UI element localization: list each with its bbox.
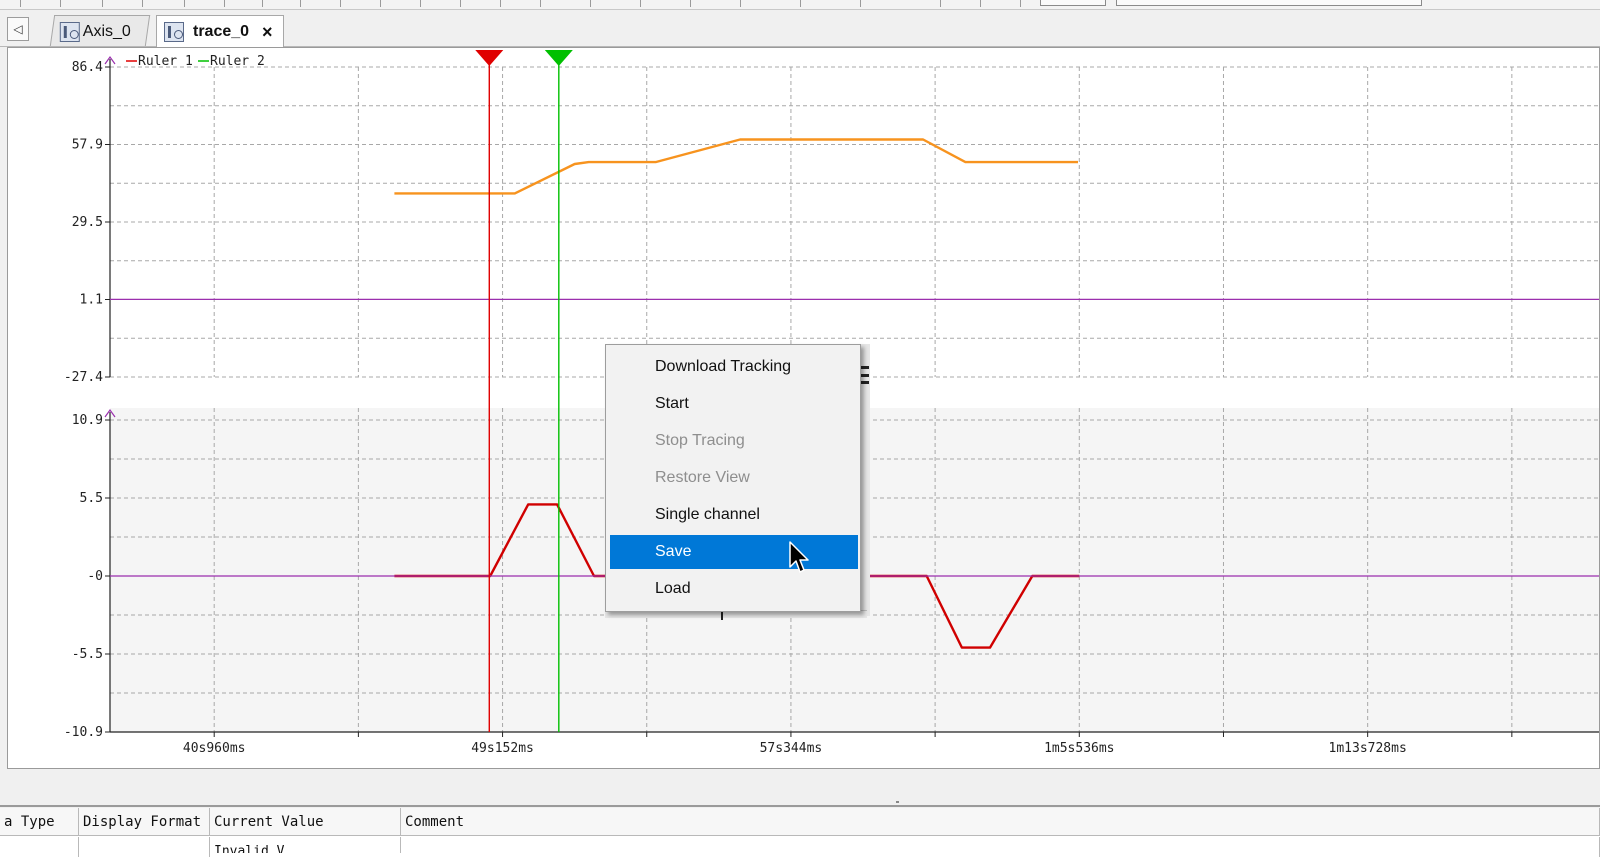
x-tick-label: 49s152ms (471, 741, 534, 756)
panel-splitter[interactable] (0, 769, 1600, 807)
menu-item-download-tracking[interactable]: Download Tracking (610, 350, 858, 384)
close-icon[interactable]: × (262, 22, 273, 43)
variable-table: a Type Display Format Current Value Comm… (0, 808, 1600, 862)
column-header-comment[interactable]: Comment (401, 808, 1600, 836)
y-tick-label: -0 (87, 569, 103, 584)
menu-item-load[interactable]: Load (610, 572, 858, 606)
tab-label: trace_0 (193, 23, 250, 40)
x-tick-label: 40s960ms (183, 741, 246, 756)
column-header-display-format[interactable]: Display Format (79, 808, 210, 836)
ruler-handle-2-icon[interactable] (544, 50, 573, 66)
table-cell[interactable] (0, 837, 79, 857)
y-tick-label: 10.9 (72, 413, 103, 428)
mouse-pointer-icon (789, 541, 809, 573)
y-tick-label: 1.1 (80, 293, 103, 308)
splitter-grip[interactable] (896, 801, 899, 803)
y-tick-label: -27.4 (64, 370, 103, 385)
ruler-handle-1-icon[interactable] (475, 50, 504, 66)
series-line-panel-1-1 (394, 138, 1078, 195)
menu-item-single-channel[interactable]: Single channel (610, 498, 858, 532)
toolbar-field-2[interactable] (1116, 0, 1422, 6)
table-cell[interactable] (401, 837, 1600, 857)
legend-label-ruler-1: Ruler 1 (138, 54, 193, 69)
x-tick-label: 1m13s728ms (1329, 741, 1407, 756)
tab-axis-0[interactable]: Axis_0 (49, 15, 151, 46)
tab-trace-0[interactable]: trace_0 × (156, 15, 284, 48)
context-menu[interactable]: Download Tracking Start Stop Tracing Res… (605, 344, 861, 612)
column-header-type[interactable]: a Type (0, 808, 79, 836)
table-cell[interactable] (79, 837, 210, 857)
x-tick-label: 57s344ms (760, 741, 823, 756)
menu-item-start[interactable]: Start (610, 387, 858, 421)
menu-item-stop-tracing[interactable]: Stop Tracing (610, 424, 858, 458)
y-tick-label: 29.5 (72, 215, 103, 230)
toolbar-strip (0, 0, 1600, 10)
tab-label: Axis_0 (82, 23, 131, 40)
y-tick-label: 5.5 (80, 491, 103, 506)
toolbar-field-1[interactable] (1040, 0, 1106, 6)
x-tick-label: 1m5s536ms (1044, 741, 1114, 756)
y-tick-label: -5.5 (72, 647, 103, 662)
menu-item-save[interactable]: Save (610, 535, 858, 569)
y-tick-label: 57.9 (72, 138, 103, 153)
tab-scroll-left-button[interactable]: ◁ (7, 17, 29, 41)
y-tick-label: 86.4 (72, 60, 103, 75)
partial-tick-icon (721, 611, 723, 620)
y-tick-label: -10.9 (64, 725, 103, 740)
legend-label-ruler-2: Ruler 2 (210, 54, 265, 69)
tab-bar: ◁ Axis_0 trace_0 × (0, 11, 1600, 48)
partial-glyph-icon (861, 366, 869, 384)
menu-item-restore-view[interactable]: Restore View (610, 461, 858, 495)
table-cell-current-value[interactable]: Invalid V (210, 837, 401, 853)
column-header-current-value[interactable]: Current Value (210, 808, 401, 836)
axis-config-icon (59, 22, 80, 42)
trace-scope-icon (164, 22, 184, 42)
